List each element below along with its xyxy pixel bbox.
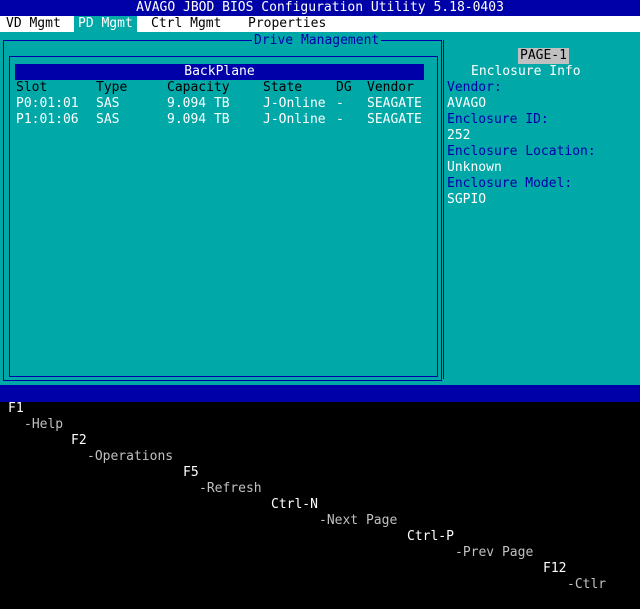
enclosure-info-heading: Enclosure Info <box>471 64 581 79</box>
enclosure-model-value: SGPIO <box>447 192 487 207</box>
table-row[interactable]: P1:01:06 SAS 9.094 TB J-Online - SEAGATE <box>15 112 425 128</box>
frame-title: Drive Management <box>252 33 382 49</box>
drive-capacity: 9.094 TB <box>167 96 230 111</box>
bios-screen: AVAGO JBOD BIOS Configuration Utility 5.… <box>0 0 640 592</box>
help-desc-prev-page: -Prev Page <box>455 545 534 560</box>
drive-slot: P1:01:06 <box>16 112 79 127</box>
drive-type: SAS <box>96 96 120 111</box>
window-title: AVAGO JBOD BIOS Configuration Utility 5.… <box>0 0 640 16</box>
help-desc-ctlr: -Ctlr <box>567 577 607 592</box>
table-row[interactable]: P0:01:01 SAS 9.094 TB J-Online - SEAGATE <box>15 96 425 112</box>
enclosure-location-value: Unknown <box>447 160 502 175</box>
drive-slot: P0:01:01 <box>16 96 79 111</box>
help-desc-refresh: -Refresh <box>199 481 262 496</box>
help-key-f2[interactable]: F2 <box>71 433 87 449</box>
help-desc-next-page: -Next Page <box>319 513 398 528</box>
help-key-f5[interactable]: F5 <box>183 465 199 481</box>
column-header-slot: Slot <box>16 80 48 95</box>
column-header-state: State <box>263 80 303 95</box>
menu-properties[interactable]: Properties <box>244 16 330 32</box>
column-header-vendor: Vendor <box>367 80 414 95</box>
help-key-ctrl-p[interactable]: Ctrl-P <box>407 529 454 545</box>
enclosure-location-label: Enclosure Location: <box>447 144 596 159</box>
backplane-header[interactable]: BackPlane <box>15 64 424 80</box>
column-header-type: Type <box>96 80 128 95</box>
drive-dg: - <box>336 112 344 127</box>
drive-type: SAS <box>96 112 120 127</box>
menu-bar: VD Mgmt PD Mgmt Ctrl Mgmt Properties <box>0 16 640 32</box>
help-key-f1[interactable]: F1 <box>8 401 24 417</box>
help-key-f12[interactable]: F12 <box>543 561 566 577</box>
menu-ctrl-mgmt[interactable]: Ctrl Mgmt <box>147 16 225 32</box>
drive-vendor: SEAGATE <box>367 96 422 111</box>
help-desc-help: -Help <box>24 417 64 432</box>
menu-pd-mgmt[interactable]: PD Mgmt <box>74 16 137 32</box>
column-header-capacity: Capacity <box>167 80 230 95</box>
drive-capacity: 9.094 TB <box>167 112 230 127</box>
help-bar: F1 -Help F2 -Operations F5 -Refresh Ctrl… <box>0 385 640 592</box>
enclosure-model-label: Enclosure Model: <box>447 176 573 191</box>
drive-vendor: SEAGATE <box>367 112 422 127</box>
page-indicator: PAGE-1 <box>518 48 569 64</box>
vendor-value: AVAGO <box>447 96 487 111</box>
vendor-label: Vendor: <box>447 80 502 95</box>
menu-vd-mgmt[interactable]: VD Mgmt <box>2 16 65 32</box>
column-header-dg: DG <box>336 80 352 95</box>
enclosure-id-value: 252 <box>447 128 471 143</box>
drive-state: J-Online <box>263 96 326 111</box>
help-key-ctrl-n[interactable]: Ctrl-N <box>271 497 318 513</box>
enclosure-id-label: Enclosure ID: <box>447 112 549 127</box>
drive-dg: - <box>336 96 344 111</box>
help-desc-operations: -Operations <box>87 449 174 464</box>
drive-state: J-Online <box>263 112 326 127</box>
